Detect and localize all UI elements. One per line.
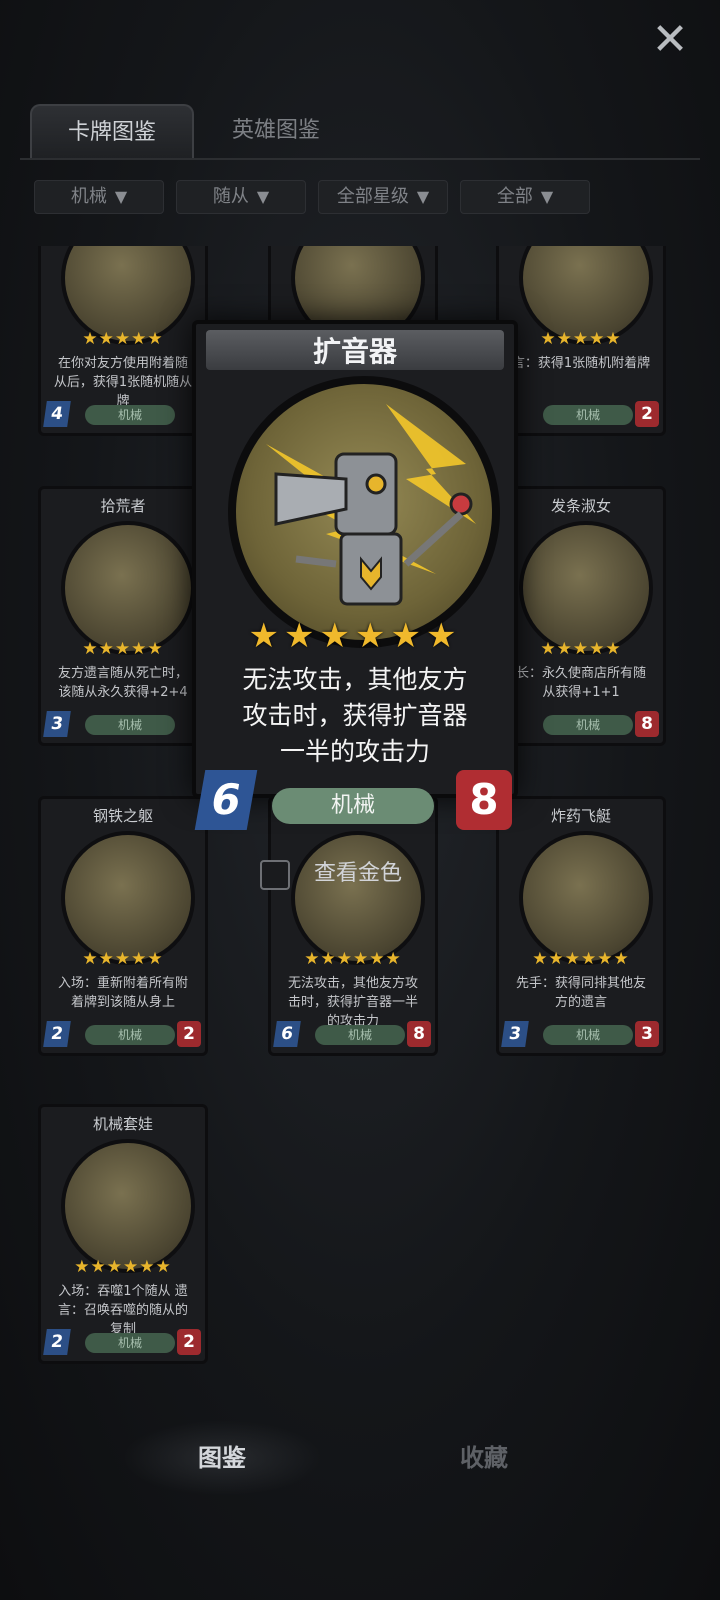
attack-badge: 3 (501, 1021, 529, 1047)
card-description: 入场：吞噬1个随从 遗言：召唤吞噬的随从的复制 (57, 1284, 188, 1337)
star-rating: ★★★★★ (540, 639, 622, 659)
tribe-tag: 机械 (543, 715, 633, 735)
description-line: 一半的攻击力 (279, 737, 430, 766)
card-art (519, 831, 653, 965)
attack-badge: 4 (43, 401, 71, 427)
health-badge: 2 (177, 1021, 201, 1047)
card-art-megaphone-robot (228, 376, 500, 648)
health-badge: 8 (635, 711, 659, 737)
filter-type-dropdown[interactable]: 随从 ▼ (176, 180, 306, 214)
star-rating: ★★★★★★ (532, 949, 630, 969)
funnel-icon: ▼ (256, 187, 270, 206)
tribe-tag: 机械 (85, 1333, 175, 1353)
view-gold-toggle[interactable]: 查看金色 (258, 856, 478, 894)
attack-badge: 2 (43, 1329, 71, 1355)
tab-hero-codex[interactable]: 英雄图鉴 (196, 104, 356, 158)
filter-label: 全部星级 (336, 186, 409, 207)
health-badge: 8 (407, 1021, 431, 1047)
card-art (519, 521, 653, 655)
card-detail-popup[interactable]: 扩音器 ★★★★★★ 无法攻击，其他友方 攻击时，获得扩音器 一半的攻击力 6 (186, 320, 518, 840)
tribe-tag: 机械 (85, 405, 175, 425)
card-tile[interactable]: ★★★★★ 在你对友方使用附着随从后，获得1张随机随从牌 4 机械 (38, 246, 208, 436)
bottom-nav: 图鉴 收藏 (0, 1420, 720, 1500)
nav-codex[interactable]: 图鉴 (122, 1420, 322, 1496)
funnel-icon: ▼ (416, 187, 430, 206)
star-rating: ★★★★★★ (74, 1257, 172, 1277)
tribe-tag: 机械 (85, 1025, 175, 1045)
card-name: 钢铁之躯 (92, 807, 153, 825)
nav-collection[interactable]: 收藏 (384, 1420, 584, 1496)
card-tile[interactable]: 炸药飞艇 ★★★★★★ 先手：获得同排其他友方的遗言 3 机械 3 (496, 796, 666, 1056)
card-tile[interactable]: 拾荒者 ★★★★★ 友方遗言随从死亡时，该随从永久获得+2+4 3 机械 (38, 486, 208, 746)
filter-all-dropdown[interactable]: 全部 ▼ (460, 180, 590, 214)
card-name: 机械套娃 (92, 1115, 153, 1133)
close-icon[interactable]: ✕ (648, 18, 692, 62)
card-description: 先手：获得同排其他友方的遗言 (515, 976, 646, 1010)
card-tile[interactable]: 发条淑女 ★★★★★ 长：永久使商店所有随从获得+1+1 机械 8 (496, 486, 666, 746)
attack-badge: 6 (194, 770, 258, 830)
card-tile[interactable]: 机械套娃 ★★★★★★ 入场：吞噬1个随从 遗言：召唤吞噬的随从的复制 2 机械… (38, 1104, 208, 1364)
description-line: 无法攻击，其他友方 (242, 665, 468, 694)
tribe-tag: 机械 (543, 405, 633, 425)
card-description: 长：永久使商店所有随从获得+1+1 (515, 666, 646, 700)
card-frame: 扩音器 ★★★★★★ 无法攻击，其他友方 攻击时，获得扩音器 一半的攻击力 (192, 320, 518, 798)
card-name: 炸药飞艇 (550, 807, 611, 825)
tribe-tag: 机械 (85, 715, 175, 735)
card-description: 言：获得1张随机附着牌 (511, 356, 651, 371)
robot-illustration (266, 404, 476, 606)
attack-badge: 2 (43, 1021, 71, 1047)
card-art (61, 521, 195, 655)
health-badge: 2 (635, 401, 659, 427)
filter-label: 机械 (70, 186, 107, 207)
attack-badge: 3 (43, 711, 71, 737)
funnel-icon: ▼ (114, 187, 128, 206)
tab-label: 卡牌图鉴 (67, 120, 156, 145)
card-stats-bar: 6 机械 8 (186, 768, 516, 830)
funnel-icon: ▼ (540, 187, 554, 206)
card-title: 扩音器 (312, 335, 397, 368)
card-description: 友方遗言随从死亡时，该随从永久获得+2+4 (57, 666, 188, 700)
card-name: 拾荒者 (100, 497, 146, 515)
card-art (61, 1139, 195, 1273)
health-badge: 3 (635, 1021, 659, 1047)
filter-label: 全部 (496, 186, 533, 207)
tab-label: 英雄图鉴 (231, 118, 320, 143)
description-line: 攻击时，获得扩音器 (242, 701, 468, 730)
tribe-tag: 机械 (543, 1025, 633, 1045)
filter-star-dropdown[interactable]: 全部星级 ▼ (318, 180, 448, 214)
filter-label: 随从 (212, 186, 249, 207)
tribe-tag: 机械 (272, 788, 434, 824)
star-rating: ★★★★★ (82, 329, 164, 349)
star-rating: ★★★★★★ (304, 949, 402, 969)
tribe-tag: 机械 (315, 1025, 405, 1045)
filter-bar: 机械 ▼ 随从 ▼ 全部星级 ▼ 全部 ▼ (34, 180, 594, 216)
star-rating: ★★★★★ (82, 949, 164, 969)
tab-divider (20, 158, 700, 160)
health-badge: 2 (177, 1329, 201, 1355)
health-badge: 8 (456, 770, 512, 830)
card-description: 在你对友方使用附着随从后，获得1张随机随从牌 (53, 356, 193, 409)
star-rating: ★★★★★★ (248, 616, 462, 656)
card-tile[interactable]: 钢铁之躯 ★★★★★ 入场：重新附着所有附着牌到该随从身上 2 机械 2 (38, 796, 208, 1056)
attack-badge: 6 (273, 1021, 301, 1047)
star-rating: ★★★★★ (82, 639, 164, 659)
card-description: 无法攻击，其他友方攻击时，获得扩音器一半的攻击力 (287, 976, 418, 1029)
star-rating: ★★★★★ (540, 329, 622, 349)
card-description: 无法攻击，其他友方 攻击时，获得扩音器 一半的攻击力 (210, 662, 500, 770)
card-title-bar: 扩音器 (206, 330, 504, 370)
tab-card-codex[interactable]: 卡牌图鉴 (30, 104, 194, 160)
card-name: 发条淑女 (550, 497, 611, 515)
checkbox-label: 查看金色 (314, 861, 403, 886)
card-description: 入场：重新附着所有附着牌到该随从身上 (57, 976, 188, 1010)
checkbox[interactable] (260, 860, 290, 890)
card-tile[interactable]: ★★★★★ 言：获得1张随机附着牌 机械 2 (496, 246, 666, 436)
card-art (291, 831, 425, 965)
filter-tribe-dropdown[interactable]: 机械 ▼ (34, 180, 164, 214)
card-art (61, 831, 195, 965)
